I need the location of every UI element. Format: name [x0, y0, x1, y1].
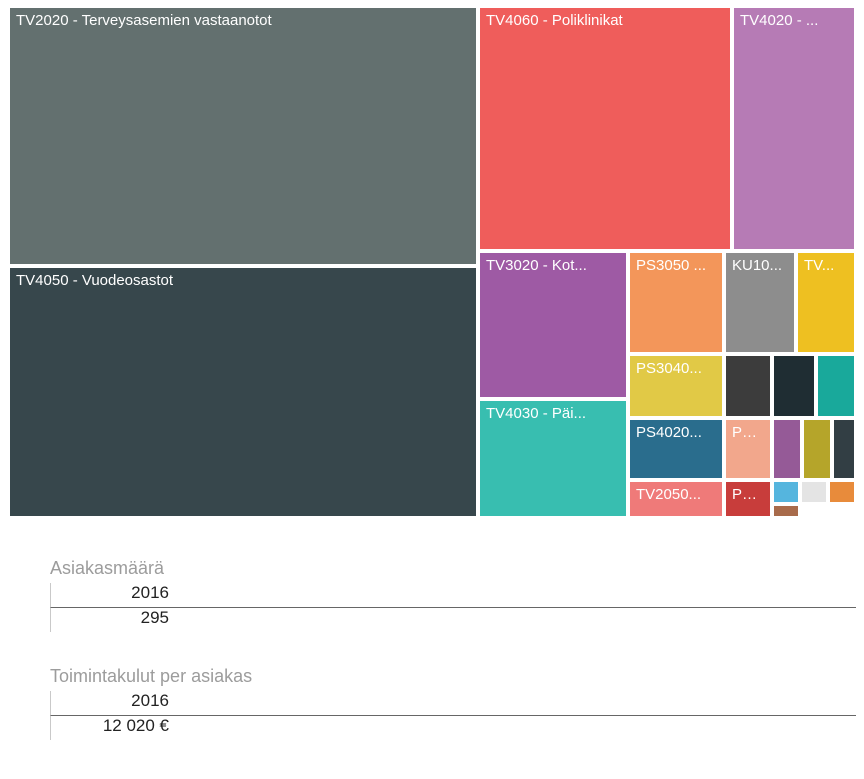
treemap-node-tv4020[interactable]: TV4020 - ... [732, 6, 856, 251]
treemap-node-small2[interactable] [772, 354, 816, 418]
treemap-node-small6[interactable] [832, 418, 856, 480]
treemap-node-ps-c[interactable]: PS... [724, 480, 772, 518]
treemap-node-small1[interactable] [724, 354, 772, 418]
treemap-node-label: TV4020 - ... [740, 12, 848, 30]
treemap-node-label: PS4020... [636, 424, 716, 442]
card-value-row: 295 [50, 608, 856, 632]
treemap-node-tv-a[interactable]: TV... [796, 251, 856, 354]
card-value-row: 12 020 € [50, 716, 856, 740]
treemap-node-label: TV4030 - Päi... [486, 405, 620, 423]
treemap-node-ps3040[interactable]: PS3040... [628, 354, 724, 418]
card-customers: Asiakasmäärä 2016 295 [50, 558, 856, 632]
treemap-node-label: TV3020 - Kot... [486, 257, 620, 275]
treemap-node-small9[interactable] [828, 480, 856, 504]
treemap-node-small5[interactable] [802, 418, 832, 480]
treemap-node-label: TV4060 - Poliklinikat [486, 12, 724, 30]
treemap-node-tv4030[interactable]: TV4030 - Päi... [478, 399, 628, 518]
card-year: 2016 [51, 583, 175, 603]
treemap-node-label: TV2020 - Terveysasemien vastaanotot [16, 12, 470, 30]
treemap-node-tv3020[interactable]: TV3020 - Kot... [478, 251, 628, 399]
treemap-node-tv2050[interactable]: TV2050... [628, 480, 724, 518]
treemap-node-ps4020[interactable]: PS4020... [628, 418, 724, 480]
treemap-chart: TV2020 - Terveysasemien vastaanotot TV405… [8, 6, 856, 518]
treemap-node-ps3050[interactable]: PS3050 ... [628, 251, 724, 354]
summary-cards: Asiakasmäärä 2016 295 Toimintakulut per … [50, 558, 856, 740]
treemap-node-small7[interactable] [772, 480, 800, 504]
card-year-row: 2016 [50, 583, 856, 608]
treemap-node-ps-b[interactable]: PS... [724, 418, 772, 480]
card-title: Asiakasmäärä [50, 558, 856, 579]
treemap-node-label: PS3050 ... [636, 257, 716, 275]
treemap-node-label: PS... [732, 424, 764, 442]
treemap-node-label: PS3040... [636, 360, 716, 378]
treemap-node-tv2020[interactable]: TV2020 - Terveysasemien vastaanotot [8, 6, 478, 266]
treemap-node-label: KU10... [732, 257, 788, 275]
treemap-node-label: TV2050... [636, 486, 716, 504]
card-cost: Toimintakulut per asiakas 2016 12 020 € [50, 666, 856, 740]
treemap-node-small10[interactable] [772, 504, 800, 518]
card-year-row: 2016 [50, 691, 856, 716]
treemap-node-small8[interactable] [800, 480, 828, 504]
card-value: 295 [51, 608, 175, 628]
card-year: 2016 [51, 691, 175, 711]
treemap-node-small3[interactable] [816, 354, 856, 418]
treemap-node-tv4060[interactable]: TV4060 - Poliklinikat [478, 6, 732, 251]
treemap-node-ku10[interactable]: KU10... [724, 251, 796, 354]
treemap-node-label: TV4050 - Vuodeosastot [16, 272, 470, 290]
treemap-node-label: TV... [804, 257, 848, 275]
treemap-node-label: PS... [732, 486, 764, 504]
treemap-node-small4[interactable] [772, 418, 802, 480]
card-value: 12 020 € [51, 716, 175, 736]
card-title: Toimintakulut per asiakas [50, 666, 856, 687]
treemap-node-tv4050[interactable]: TV4050 - Vuodeosastot [8, 266, 478, 518]
